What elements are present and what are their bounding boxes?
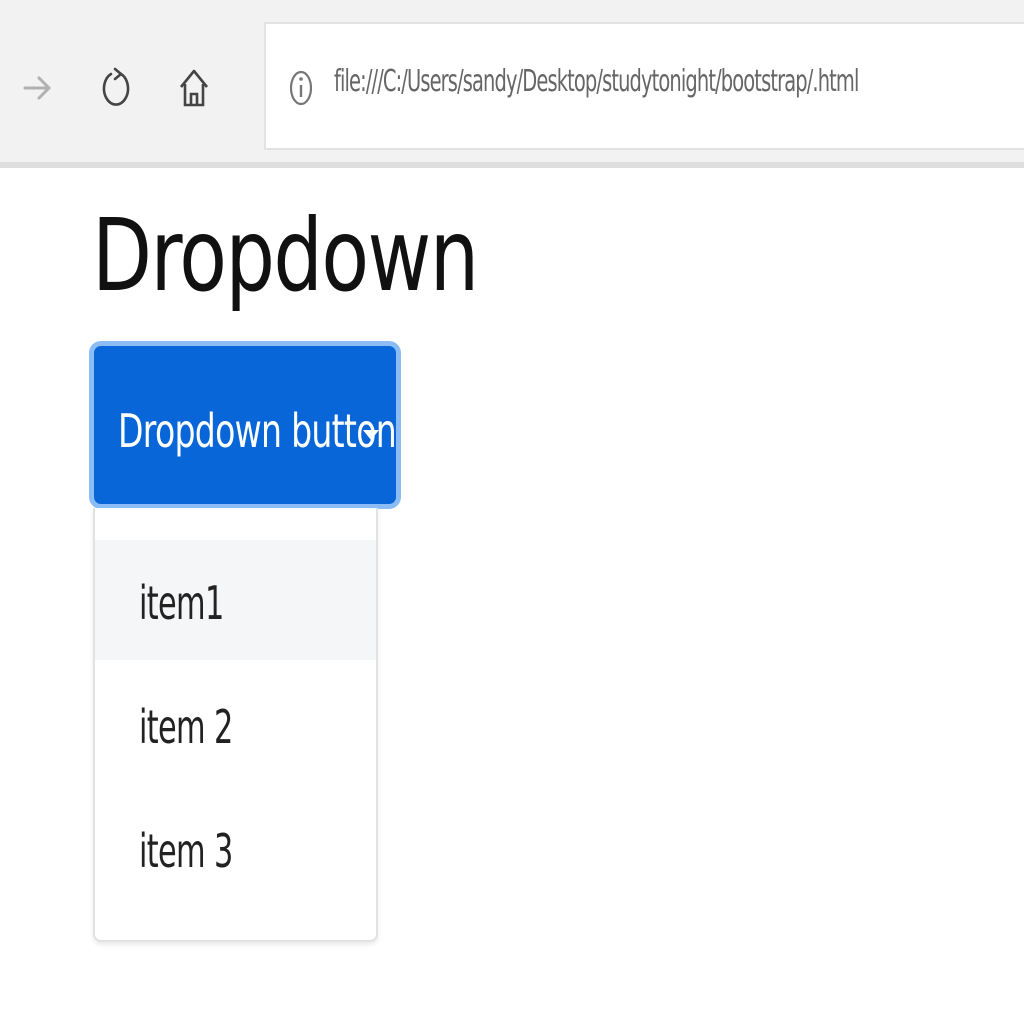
dropdown-button-label: Dropdown button xyxy=(118,404,397,458)
browser-toolbar: file:///C:/Users/sandy/Desktop/studytoni… xyxy=(0,0,1024,168)
page-title: Dropdown xyxy=(92,197,479,314)
address-bar[interactable]: file:///C:/Users/sandy/Desktop/studytoni… xyxy=(264,22,1024,150)
refresh-button[interactable] xyxy=(92,58,140,118)
url-text: file:///C:/Users/sandy/Desktop/studytoni… xyxy=(334,64,859,99)
dropdown-item-3[interactable]: item 3 xyxy=(95,788,376,908)
dropdown-item-2[interactable]: item 2 xyxy=(95,664,376,784)
forward-arrow-icon xyxy=(21,71,55,105)
dropdown-item-label: item1 xyxy=(139,576,224,630)
refresh-icon xyxy=(101,65,131,111)
forward-button[interactable] xyxy=(14,58,62,118)
dropdown-item-label: item 2 xyxy=(139,700,233,754)
dropdown-button[interactable]: Dropdown button xyxy=(89,341,401,509)
home-icon xyxy=(177,65,211,111)
info-icon[interactable] xyxy=(288,68,314,112)
caret-down-icon xyxy=(362,426,380,445)
dropdown-item-label: item 3 xyxy=(139,824,233,878)
dropdown-item-1[interactable]: item1 xyxy=(95,540,376,660)
home-button[interactable] xyxy=(170,58,218,118)
dropdown-menu: item1 item 2 item 3 xyxy=(93,508,378,942)
